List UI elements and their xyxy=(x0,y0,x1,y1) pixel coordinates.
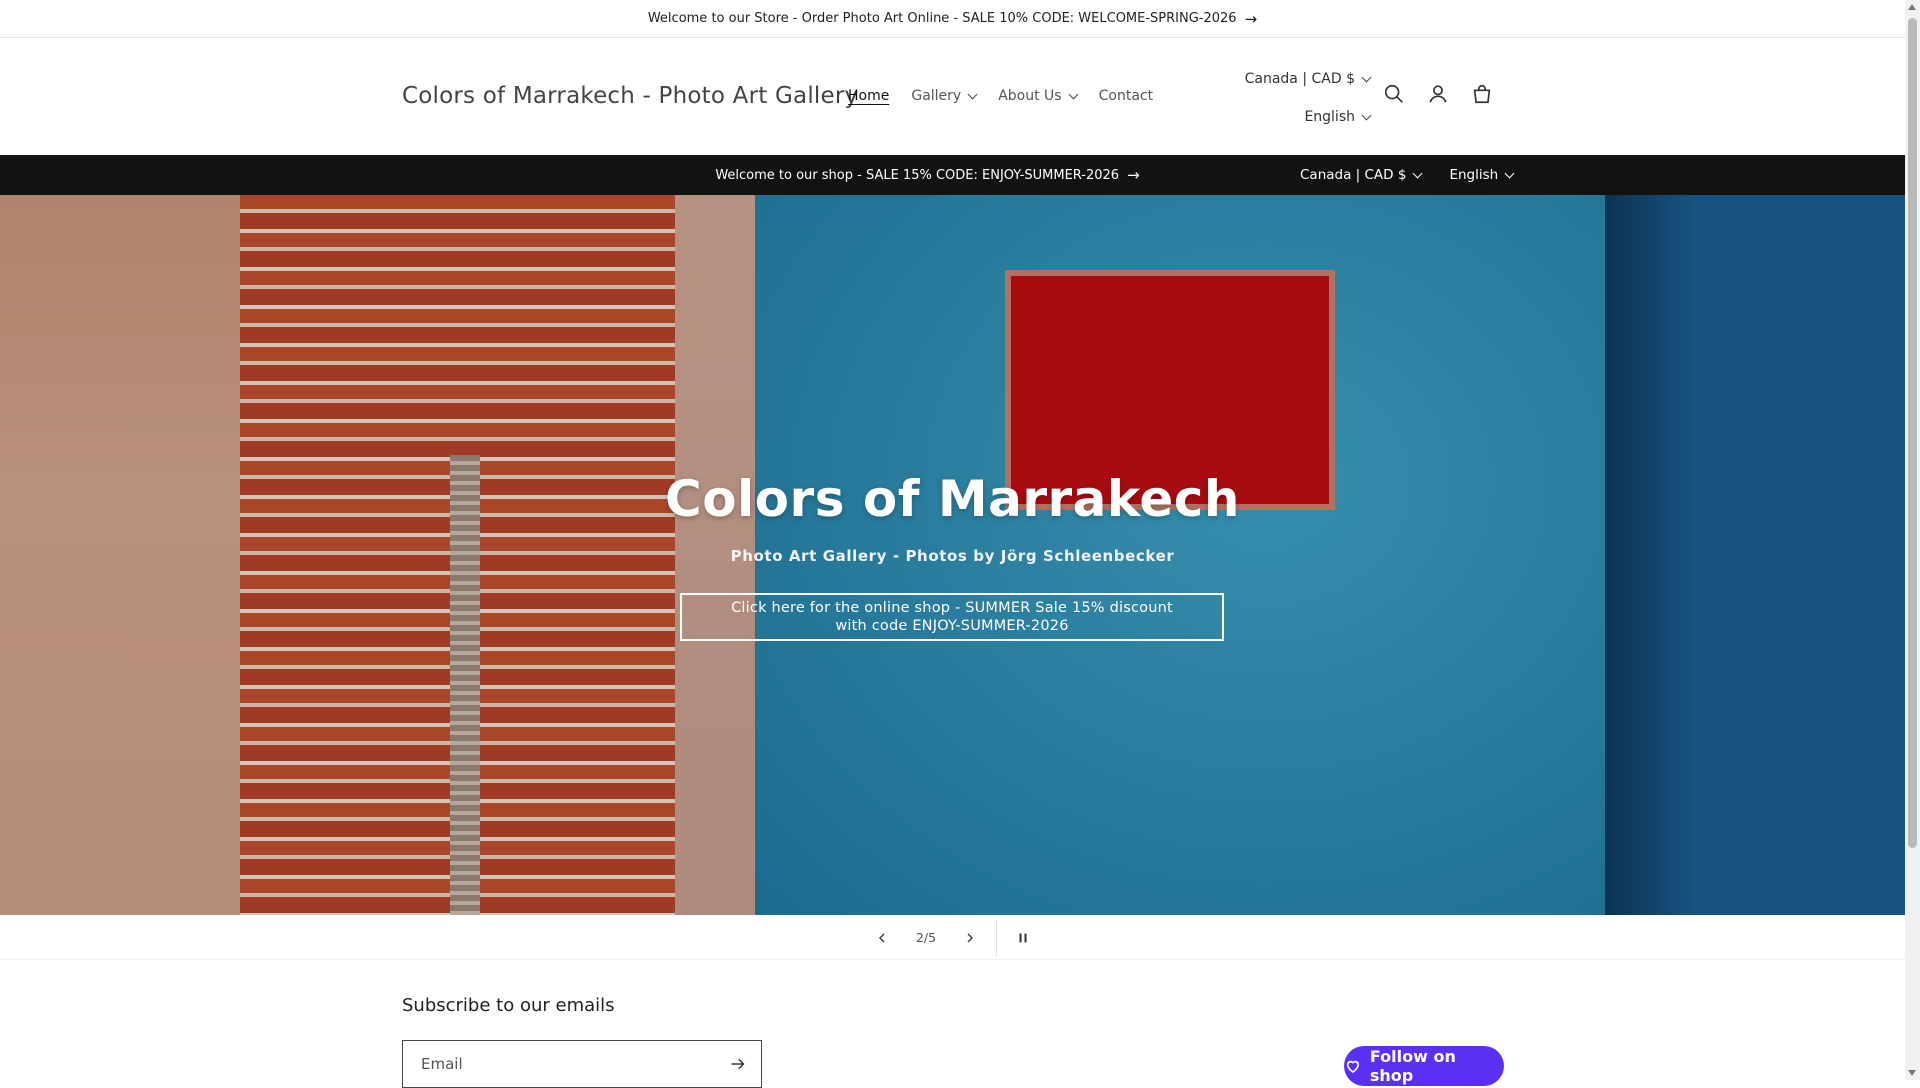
language-selector-dark[interactable]: English xyxy=(1449,167,1515,183)
follow-label: Follow on shop xyxy=(1369,1047,1456,1085)
announcement-bar-dark: Welcome to our shop - SALE 15% CODE: ENJ… xyxy=(0,155,1905,195)
dark-localization: Canada | CAD $ English xyxy=(1300,155,1515,195)
heart-icon xyxy=(1346,1060,1359,1073)
header-localization: Canada | CAD $ English xyxy=(1240,60,1372,136)
scrollbar-thumb[interactable] xyxy=(1908,18,1917,848)
chevron-down-icon xyxy=(1361,72,1372,82)
chevron-right-icon xyxy=(967,932,974,943)
newsletter-form xyxy=(402,1040,762,1088)
language-label: English xyxy=(1449,167,1499,183)
site-header: Colors of Marrakech - Photo Art Gallery … xyxy=(0,38,1905,155)
scroll-up-icon[interactable] xyxy=(1908,4,1916,10)
newsletter-section: Subscribe to our emails xyxy=(402,995,615,1016)
nav-item-gallery[interactable]: Gallery xyxy=(911,88,978,104)
pause-icon xyxy=(1019,933,1027,942)
page-scrollbar[interactable] xyxy=(1905,0,1920,1080)
site-logo[interactable]: Colors of Marrakech - Photo Art Gallery xyxy=(402,83,858,109)
scroll-down-icon[interactable] xyxy=(1908,1070,1916,1076)
announcement-bar-top[interactable]: Welcome to our Store - Order Photo Art O… xyxy=(0,0,1905,38)
hero-title: Colors of Marrakech xyxy=(665,470,1240,528)
hero-cta-button[interactable]: Click here for the online shop - SUMMER … xyxy=(680,593,1224,641)
chevron-down-icon xyxy=(1068,89,1079,99)
slider-controls: 2/5 xyxy=(0,915,1905,960)
nav-item-label: Home xyxy=(848,88,890,104)
arrow-right-icon xyxy=(731,1058,745,1070)
chevron-down-icon xyxy=(1504,168,1515,178)
email-input[interactable] xyxy=(419,1054,719,1074)
hero-subtitle: Photo Art Gallery - Photos by Jörg Schle… xyxy=(730,547,1175,565)
nav-item-about-us[interactable]: About Us xyxy=(998,88,1079,104)
previous-slide-button[interactable] xyxy=(860,916,904,960)
language-selector[interactable]: English xyxy=(1240,98,1372,136)
cart-icon xyxy=(1473,85,1491,104)
chevron-down-icon xyxy=(1361,110,1372,120)
hero-content: Colors of Marrakech Photo Art Gallery - … xyxy=(0,195,1905,915)
chevron-down-icon xyxy=(1413,168,1423,178)
search-button[interactable] xyxy=(1380,80,1408,108)
announcement-link-dark[interactable]: Welcome to our shop - SALE 15% CODE: ENJ… xyxy=(0,155,1905,195)
nav-item-contact[interactable]: Contact xyxy=(1099,88,1153,104)
follow-on-shop-button[interactable]: Follow on shop xyxy=(1344,1046,1504,1086)
country-selector-dark[interactable]: Canada | CAD $ xyxy=(1300,167,1423,183)
hero-slideshow: Colors of Marrakech Photo Art Gallery - … xyxy=(0,195,1905,915)
arrow-right-icon: → xyxy=(1127,166,1140,184)
slider-divider xyxy=(996,919,997,956)
nav-item-label: Contact xyxy=(1098,88,1154,104)
account-icon xyxy=(1429,85,1447,103)
chevron-left-icon xyxy=(878,932,885,943)
arrow-right-icon: → xyxy=(1244,9,1258,28)
announcement-text-top: Welcome to our Store - Order Photo Art O… xyxy=(647,11,1237,26)
chevron-down-icon xyxy=(967,89,978,99)
slide-counter: 2/5 xyxy=(915,930,937,945)
announcement-text-dark: Welcome to our shop - SALE 15% CODE: ENJ… xyxy=(715,167,1120,183)
country-selector[interactable]: Canada | CAD $ xyxy=(1240,60,1372,98)
nav-item-home[interactable]: Home xyxy=(848,88,889,104)
newsletter-heading: Subscribe to our emails xyxy=(402,995,615,1016)
nav-item-label: About Us xyxy=(998,88,1062,104)
account-button[interactable] xyxy=(1424,80,1452,108)
search-icon xyxy=(1384,84,1403,103)
language-label: English xyxy=(1304,109,1355,125)
next-slide-button[interactable] xyxy=(948,916,992,960)
pause-slideshow-button[interactable] xyxy=(1001,916,1045,960)
country-label: Canada | CAD $ xyxy=(1244,71,1355,87)
header-icons xyxy=(1380,80,1496,108)
newsletter-submit-button[interactable] xyxy=(727,1053,751,1077)
country-label: Canada | CAD $ xyxy=(1300,167,1407,183)
nav-item-label: Gallery xyxy=(911,88,962,104)
main-nav: Home Gallery About Us Contact xyxy=(848,88,1175,104)
cart-button[interactable] xyxy=(1468,80,1496,108)
hero-cta-label: Click here for the online shop - SUMMER … xyxy=(731,600,1173,634)
